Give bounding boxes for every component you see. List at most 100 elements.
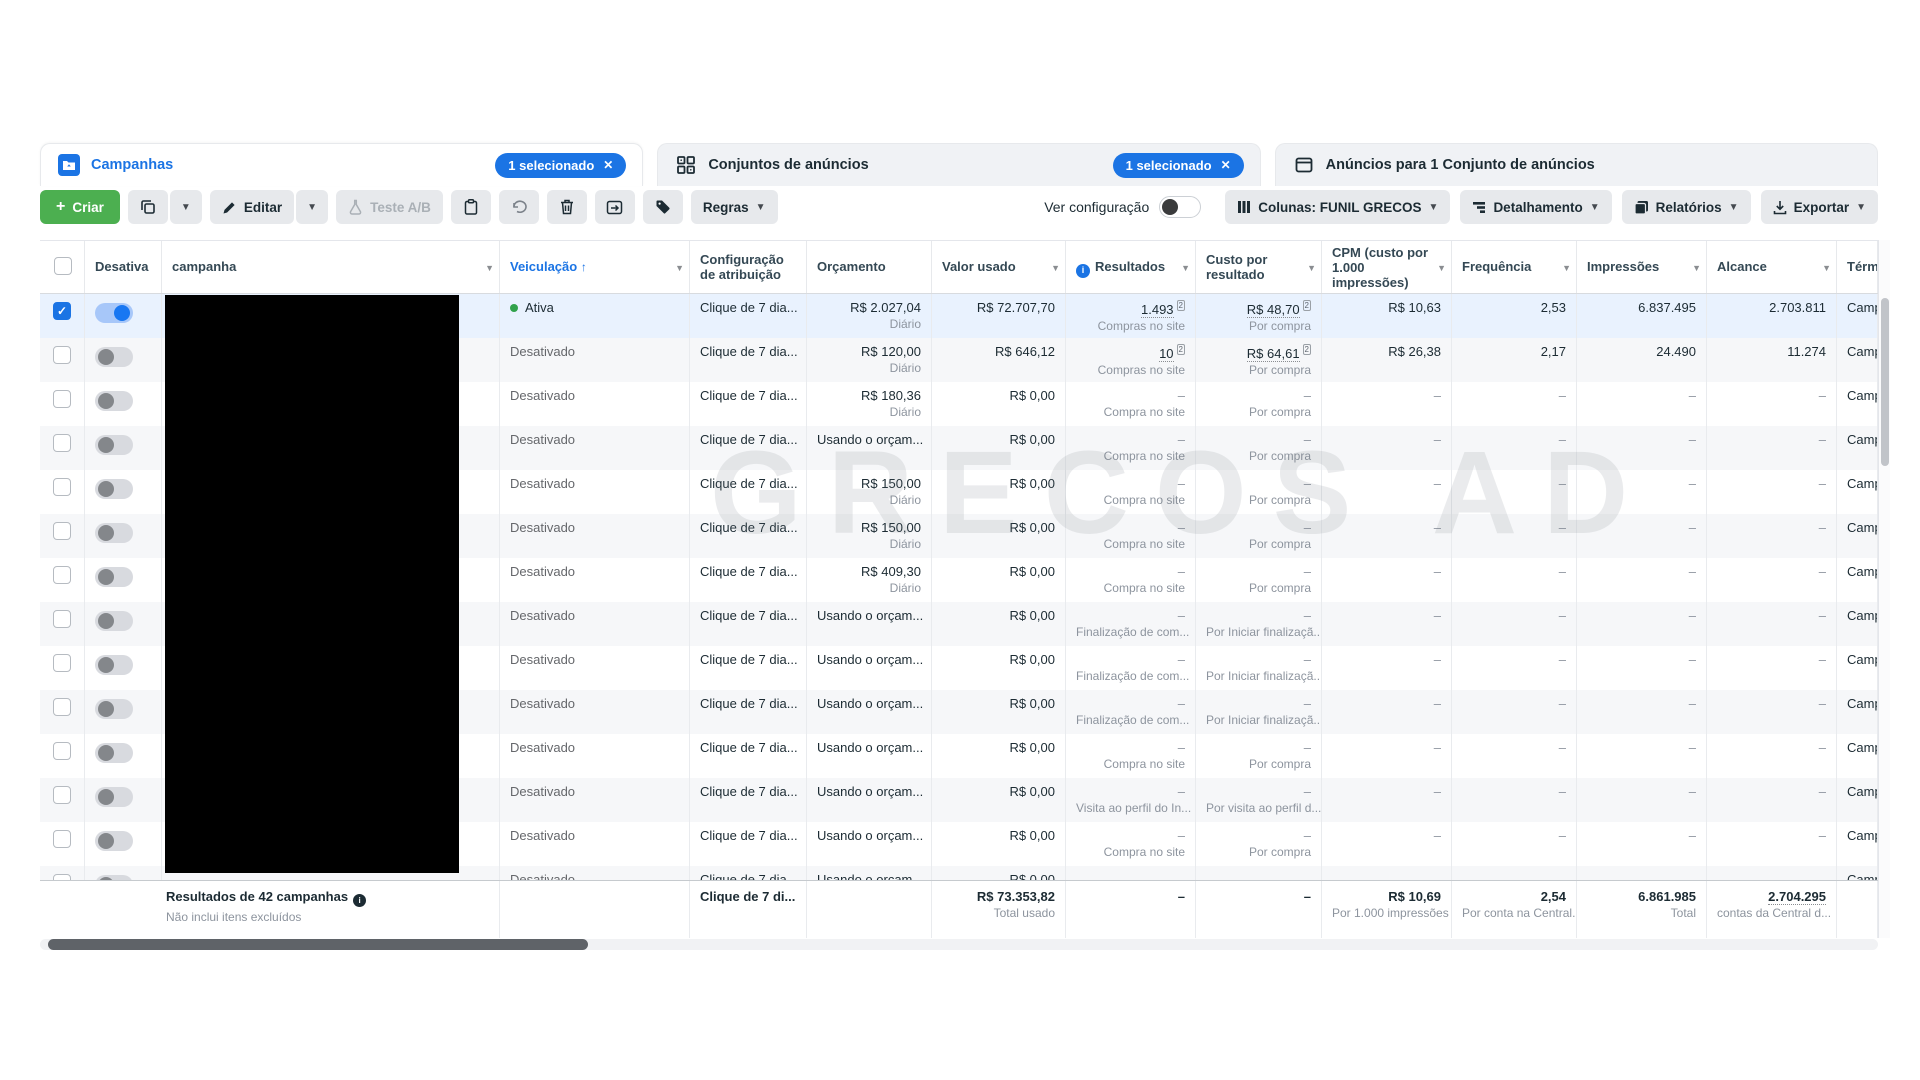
cell-sublabel: Finalização de com... [1076, 669, 1190, 683]
reach-link[interactable]: 2.704.295 [1768, 889, 1826, 905]
vertical-scrollbar[interactable] [1878, 240, 1890, 938]
header-veiculacao[interactable]: Veiculação ↑ ▼ [500, 241, 690, 293]
header-valor[interactable]: Valor usado ▼ [932, 241, 1066, 293]
sort-caret-icon[interactable]: ▼ [1562, 261, 1571, 276]
header-cpm[interactable]: CPM (custo por 1.000 impressões) ▼ [1322, 241, 1452, 293]
cell-value[interactable]: R$ 64,61 [1246, 346, 1300, 362]
cost-per-result-cell: – Por Iniciar finalizaçã... [1196, 646, 1322, 690]
row-checkbox[interactable] [53, 742, 71, 760]
import-export-button[interactable] [594, 190, 635, 224]
row-checkbox[interactable] [53, 346, 71, 364]
campaign-toggle[interactable] [95, 611, 133, 631]
clear-selection-icon[interactable]: ✕ [1221, 158, 1231, 172]
duplicate-dropdown-button[interactable]: ▼ [169, 190, 202, 224]
campaign-toggle[interactable] [95, 303, 133, 323]
ab-test-button[interactable]: Teste A/B [336, 190, 443, 224]
campaign-toggle[interactable] [95, 479, 133, 499]
header-termino[interactable]: Térmi [1837, 241, 1878, 293]
tag-button[interactable] [642, 190, 683, 224]
header-frequencia[interactable]: Frequência ▼ [1452, 241, 1577, 293]
cell-value: – [1177, 564, 1185, 579]
campaign-toggle[interactable] [95, 567, 133, 587]
columns-button[interactable]: Colunas: FUNIL GRECOS ▼ [1225, 190, 1451, 224]
cell-value: Campa [1847, 344, 1877, 359]
row-checkbox[interactable] [53, 566, 71, 584]
horizontal-scrollbar-thumb[interactable] [48, 939, 588, 950]
header-alcance[interactable]: Alcance ▼ [1707, 241, 1837, 293]
header-toggle[interactable]: Desativa [85, 241, 162, 293]
header-campanha[interactable]: campanha ▼ [162, 241, 500, 293]
toggle-knob [98, 481, 114, 497]
campaign-toggle[interactable] [95, 655, 133, 675]
reports-button[interactable]: Relatórios ▼ [1621, 190, 1751, 224]
tab-anuncios[interactable]: Anúncios para 1 Conjunto de anúncios [1274, 143, 1878, 186]
delete-button[interactable] [546, 190, 587, 224]
delivery-status-cell: Desativado [500, 646, 690, 690]
row-checkbox[interactable] [53, 478, 71, 496]
tab-conjuntos[interactable]: Conjuntos de anúncios 1 selecionado ✕ [657, 143, 1261, 186]
campaign-toggle[interactable] [95, 347, 133, 367]
sort-caret-icon[interactable]: ▼ [675, 261, 684, 276]
cell-sublabel: Visita ao perfil do In... [1076, 801, 1192, 815]
view-setup-toggle[interactable] [1159, 196, 1202, 218]
sort-caret-icon[interactable]: ▼ [1437, 261, 1446, 276]
cell-value: R$ 0,00 [1009, 476, 1055, 491]
campaign-toggle[interactable] [95, 435, 133, 455]
campaign-toggle[interactable] [95, 743, 133, 763]
sort-caret-icon[interactable]: ▼ [1692, 261, 1701, 276]
header-resultados[interactable]: i Resultados ▼ [1066, 241, 1196, 293]
rules-button[interactable]: Regras ▼ [690, 190, 778, 224]
header-config[interactable]: Configuração de atribuição [690, 241, 807, 293]
row-checkbox[interactable] [53, 698, 71, 716]
cell-value[interactable]: R$ 48,70 [1246, 302, 1300, 318]
cell-value[interactable]: 1.493 [1141, 302, 1174, 318]
sort-caret-icon[interactable]: ▼ [1822, 261, 1831, 276]
row-checkbox[interactable] [53, 786, 71, 804]
export-button[interactable]: Exportar ▼ [1760, 190, 1878, 224]
row-checkbox[interactable] [53, 434, 71, 452]
row-checkbox[interactable] [53, 830, 71, 848]
campaign-toggle[interactable] [95, 699, 133, 719]
header-custo[interactable]: Custo por resultado ▼ [1196, 241, 1322, 293]
cell-value: Clique de 7 dia... [700, 652, 798, 667]
frequency-cell: – [1452, 514, 1577, 558]
edit-dropdown-button[interactable]: ▼ [296, 190, 329, 224]
cell-value[interactable]: 10 [1159, 346, 1174, 362]
campaign-toggle[interactable] [95, 391, 133, 411]
row-checkbox[interactable] [53, 390, 71, 408]
info-icon[interactable]: i [1076, 263, 1090, 278]
row-checkbox[interactable] [53, 522, 71, 540]
undo-button[interactable] [498, 190, 539, 224]
header-orcamento[interactable]: Orçamento [807, 241, 932, 293]
summary-subtitle: Não inclui itens excluídos [166, 910, 302, 924]
row-checkbox[interactable]: ✓ [53, 302, 71, 320]
chevron-down-icon: ▼ [307, 201, 318, 213]
header-impressoes[interactable]: Impressões ▼ [1577, 241, 1707, 293]
campaign-toggle[interactable] [95, 523, 133, 543]
clipboard-button[interactable] [450, 190, 491, 224]
sort-caret-icon[interactable]: ▼ [485, 261, 494, 276]
edit-button[interactable]: Editar [209, 190, 295, 224]
horizontal-scrollbar[interactable] [40, 939, 1878, 950]
vertical-scrollbar-thumb[interactable] [1881, 298, 1889, 466]
end-date-cell: Campa [1837, 822, 1878, 866]
cell-sublabel: Por compra [1248, 405, 1311, 419]
info-icon[interactable]: i [353, 894, 367, 907]
cost-per-result-cell: – Por compra [1196, 426, 1322, 470]
select-all-checkbox[interactable] [54, 257, 72, 275]
clear-selection-icon[interactable]: ✕ [603, 158, 613, 172]
row-checkbox[interactable] [53, 610, 71, 628]
sort-caret-icon[interactable]: ▼ [1181, 261, 1190, 276]
impressions-cell: – [1577, 558, 1707, 602]
create-button[interactable]: + Criar [40, 190, 120, 224]
campaign-toggle[interactable] [95, 787, 133, 807]
sort-caret-icon[interactable]: ▼ [1307, 261, 1316, 276]
sort-caret-icon[interactable]: ▼ [1051, 261, 1060, 276]
cell-value: – [1433, 520, 1441, 535]
campaign-toggle[interactable] [95, 831, 133, 851]
duplicate-button[interactable] [127, 190, 168, 224]
tab-campanhas[interactable]: Campanhas 1 selecionado ✕ [40, 143, 644, 186]
row-checkbox[interactable] [53, 654, 71, 672]
columns-label: Colunas: FUNIL GRECOS [1258, 199, 1422, 215]
breakdown-button[interactable]: Detalhamento ▼ [1460, 190, 1612, 224]
